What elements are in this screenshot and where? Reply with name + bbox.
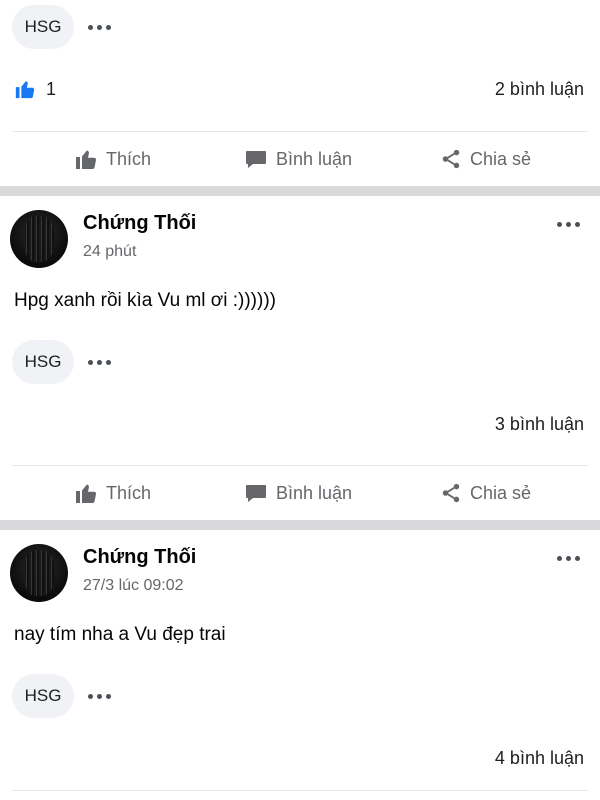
speech-bubble-icon: [246, 151, 266, 168]
likes-summary[interactable]: 1: [14, 78, 56, 100]
like-count: 1: [46, 78, 57, 99]
tag-chip[interactable]: HSG: [12, 340, 74, 384]
post-text: Hpg xanh rồi kìa Vu ml ơi :)))))): [14, 290, 276, 311]
share-icon: [442, 149, 460, 169]
reaction-stats-row: 3 bình luận: [14, 409, 584, 439]
comment-button[interactable]: Bình luận: [244, 147, 352, 171]
more-options-icon[interactable]: [88, 359, 111, 365]
post-header: Chứng Thối 24 phút: [10, 210, 590, 270]
post-separator: [0, 186, 600, 196]
action-bar: Thích Bình luận Chia sẻ: [0, 466, 600, 520]
tag-row: HSG: [12, 5, 111, 49]
like-button[interactable]: Thích: [74, 481, 151, 505]
post-timestamp[interactable]: 27/3 lúc 09:02: [83, 577, 184, 595]
more-options-icon[interactable]: [557, 556, 580, 561]
thumbs-up-icon: [15, 81, 35, 99]
share-label: Chia sẻ: [470, 148, 532, 169]
comment-label: Bình luận: [276, 148, 353, 169]
share-button[interactable]: Chia sẻ: [440, 482, 531, 504]
like-label: Thích: [106, 148, 152, 169]
tag-chip[interactable]: HSG: [12, 5, 74, 49]
comment-label: Bình luận: [276, 482, 353, 503]
author-name[interactable]: Chứng Thối: [83, 212, 196, 235]
share-label: Chia sẻ: [470, 482, 532, 503]
more-options-icon[interactable]: [557, 222, 580, 227]
post-text: nay tím nha a Vu đẹp trai: [14, 624, 226, 645]
thumbs-up-icon: [76, 484, 97, 503]
action-bar: Thích Bình luận Chia sẻ: [0, 132, 600, 186]
tag-chip[interactable]: HSG: [12, 674, 74, 718]
post-header: Chứng Thối 27/3 lúc 09:02: [10, 544, 590, 604]
comment-count[interactable]: 4 bình luận: [495, 748, 584, 769]
more-options-icon[interactable]: [88, 693, 111, 699]
share-button[interactable]: Chia sẻ: [440, 148, 531, 170]
divider: [12, 790, 588, 791]
thumbs-up-icon: [76, 150, 97, 169]
post-separator: [0, 520, 600, 530]
tag-row: HSG: [12, 340, 111, 384]
reaction-stats-row: 4 bình luận: [14, 743, 584, 773]
speech-bubble-icon: [246, 485, 266, 502]
author-name[interactable]: Chứng Thối: [83, 546, 196, 569]
tag-row: HSG: [12, 674, 111, 718]
share-icon: [442, 483, 460, 503]
comment-button[interactable]: Bình luận: [244, 481, 352, 505]
comment-count[interactable]: 2 bình luận: [495, 79, 584, 100]
comment-count[interactable]: 3 bình luận: [495, 414, 584, 435]
reaction-stats-row: 1 2 bình luận: [14, 74, 584, 104]
more-options-icon[interactable]: [88, 24, 111, 30]
avatar[interactable]: [10, 210, 68, 268]
like-label: Thích: [106, 482, 152, 503]
like-button[interactable]: Thích: [74, 147, 151, 171]
post-timestamp[interactable]: 24 phút: [83, 243, 136, 261]
avatar[interactable]: [10, 544, 68, 602]
